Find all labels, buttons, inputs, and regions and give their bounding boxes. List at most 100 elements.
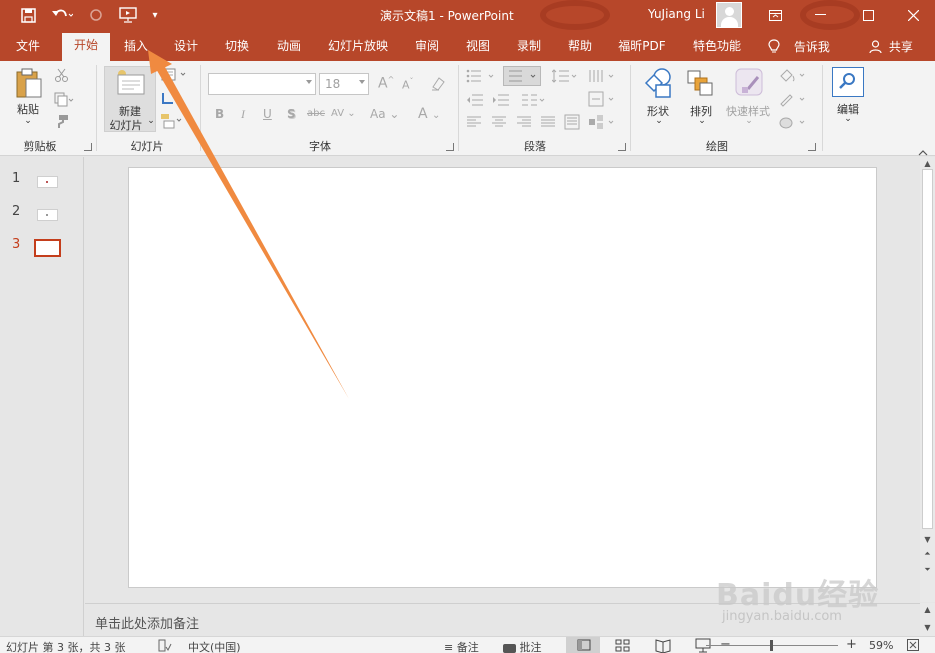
layout-icon[interactable] — [161, 68, 189, 85]
scrollbar-thumb[interactable] — [922, 169, 933, 529]
tab-help[interactable]: 帮助 — [561, 34, 599, 61]
previous-slide-icon[interactable]: ⏶ — [922, 549, 933, 559]
bold-button[interactable]: B — [215, 107, 224, 121]
strikethrough-button[interactable]: abc — [307, 108, 325, 119]
align-left-icon[interactable] — [466, 115, 482, 132]
paste-icon[interactable] — [15, 67, 43, 102]
text-direction-icon[interactable] — [588, 68, 618, 87]
zoom-level[interactable]: 59% — [869, 639, 893, 652]
tab-record[interactable]: 录制 — [510, 34, 548, 61]
decrease-indent-icon[interactable] — [466, 93, 484, 110]
scroll-up-icon[interactable]: ▲ — [922, 605, 933, 615]
reading-view-button[interactable] — [646, 637, 680, 653]
shape-fill-icon[interactable] — [778, 67, 808, 86]
chevron-down-icon[interactable]: ⌄ — [23, 116, 33, 126]
user-name[interactable]: YuJiang Li — [648, 7, 705, 21]
paste-label[interactable]: 粘贴 — [13, 101, 43, 117]
shapes-icon[interactable] — [642, 67, 674, 102]
italic-button[interactable]: I — [241, 107, 245, 122]
chevron-down-icon[interactable]: ⌄ — [697, 116, 707, 126]
text-shadow-button[interactable]: S — [287, 107, 296, 121]
vertical-scrollbar[interactable]: ▲ ▼ ⏶ ⏷ — [920, 157, 935, 602]
ribbon-display-options-icon[interactable] — [755, 0, 795, 30]
tab-features[interactable]: 特色功能 — [686, 34, 748, 61]
tab-foxit-pdf[interactable]: 福昕PDF — [612, 34, 672, 61]
tab-transitions[interactable]: 切换 — [218, 34, 256, 61]
distributed-icon[interactable] — [564, 114, 580, 133]
chevron-down-icon[interactable]: ⌄ — [744, 116, 754, 126]
close-icon[interactable] — [893, 0, 933, 30]
customize-toolbar-icon[interactable]: ▾ — [146, 0, 164, 30]
clear-formatting-icon[interactable] — [430, 75, 446, 94]
align-right-icon[interactable] — [516, 115, 532, 132]
align-text-icon[interactable] — [588, 91, 618, 110]
comments-toggle-button[interactable]: 批注 — [503, 639, 542, 653]
avatar[interactable] — [716, 2, 742, 28]
slide-thumbnail-3[interactable] — [34, 239, 61, 257]
normal-view-button[interactable] — [566, 637, 600, 653]
language-status[interactable]: 中文(中国) — [188, 639, 241, 653]
tab-home[interactable]: 开始 — [62, 33, 110, 61]
cut-icon[interactable] — [54, 68, 69, 86]
scroll-down-icon[interactable]: ▼ — [922, 535, 933, 545]
grow-font-icon[interactable]: A^ — [378, 75, 394, 92]
change-case-button[interactable]: Aa ⌄ — [370, 107, 399, 121]
tab-view[interactable]: 视图 — [459, 34, 497, 61]
reset-icon[interactable] — [160, 91, 174, 108]
minimize-icon[interactable] — [800, 0, 840, 30]
font-size-select[interactable]: 18 — [319, 73, 369, 95]
tab-animations[interactable]: 动画 — [270, 34, 308, 61]
quick-styles-icon[interactable] — [734, 67, 766, 102]
tab-slideshow[interactable]: 幻灯片放映 — [322, 34, 394, 61]
tab-insert[interactable]: 插入 — [117, 34, 155, 61]
smartart-icon[interactable] — [588, 114, 618, 133]
font-color-button[interactable]: A ⌄ — [418, 106, 440, 122]
editing-icon[interactable] — [832, 67, 864, 97]
slide-canvas[interactable] — [128, 167, 877, 588]
share-button[interactable]: 共享 — [869, 38, 913, 56]
slide-thumbnail-2[interactable] — [37, 209, 58, 221]
scroll-up-icon[interactable]: ▲ — [922, 159, 933, 169]
shape-outline-icon[interactable] — [778, 91, 808, 110]
align-center-icon[interactable] — [491, 115, 507, 132]
tab-file[interactable]: 文件 — [8, 34, 48, 61]
chevron-down-icon[interactable]: ⌄ — [654, 116, 664, 126]
underline-button[interactable]: U — [263, 107, 272, 121]
paragraph-launcher-icon[interactable] — [618, 143, 626, 151]
fit-to-window-icon[interactable] — [907, 639, 919, 653]
line-spacing-icon[interactable] — [551, 69, 580, 86]
redo-icon[interactable] — [84, 0, 108, 30]
shrink-font-icon[interactable]: Aˇ — [402, 77, 414, 92]
shape-effects-icon[interactable] — [778, 114, 808, 133]
bullets-icon[interactable] — [466, 69, 496, 86]
tab-design[interactable]: 设计 — [167, 34, 205, 61]
maximize-icon[interactable] — [848, 0, 888, 30]
slide-sorter-view-button[interactable] — [606, 637, 640, 653]
undo-icon[interactable] — [47, 0, 77, 30]
save-icon[interactable] — [14, 0, 42, 30]
slide-thumbnail-1[interactable] — [37, 176, 58, 188]
font-launcher-icon[interactable] — [446, 143, 454, 151]
zoom-in-button[interactable]: + — [846, 637, 857, 652]
spell-check-icon[interactable] — [158, 639, 172, 653]
chevron-down-icon[interactable]: ⌄ — [147, 116, 155, 126]
tell-me-button[interactable]: 告诉我 — [768, 38, 830, 57]
increase-indent-icon[interactable] — [492, 93, 510, 110]
drawing-launcher-icon[interactable] — [808, 143, 816, 151]
justify-icon[interactable] — [540, 115, 556, 132]
font-name-select[interactable] — [208, 73, 316, 95]
tab-review[interactable]: 审阅 — [408, 34, 446, 61]
numbering-button[interactable] — [503, 66, 541, 86]
chevron-down-icon[interactable]: ⌄ — [843, 114, 853, 124]
scroll-down-icon[interactable]: ▼ — [922, 623, 933, 633]
clipboard-launcher-icon[interactable] — [84, 143, 92, 151]
notes-scrollbar[interactable]: ▲ ▼ — [920, 603, 935, 636]
notes-toggle-button[interactable]: ≡ 备注 — [444, 639, 479, 653]
character-spacing-button[interactable]: AV ⌄ — [331, 108, 356, 119]
copy-icon[interactable] — [54, 92, 74, 110]
start-slideshow-icon[interactable] — [114, 0, 142, 30]
next-slide-icon[interactable]: ⏷ — [922, 565, 933, 575]
columns-icon[interactable] — [520, 93, 548, 110]
zoom-slider-thumb[interactable] — [770, 640, 773, 651]
arrange-icon[interactable] — [686, 69, 714, 100]
